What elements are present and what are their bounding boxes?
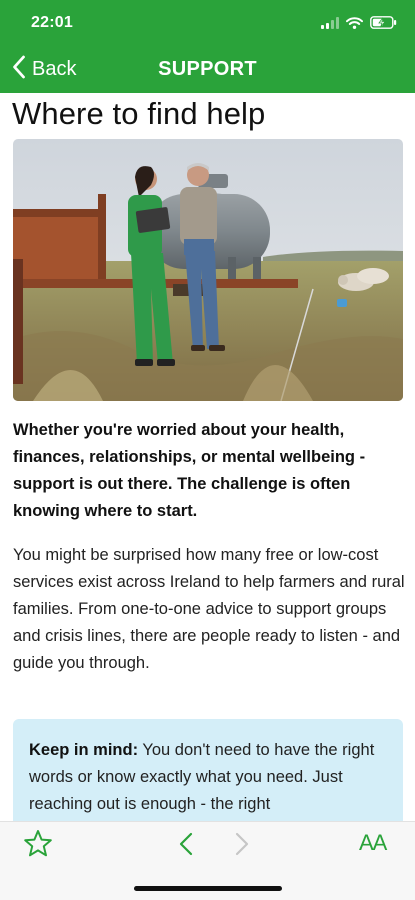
- callout-label: Keep in mind:: [29, 741, 139, 759]
- battery-icon: [370, 16, 397, 34]
- article-heading: Where to find help: [12, 96, 266, 131]
- home-indicator: [134, 886, 282, 891]
- text-size-label: AA: [359, 830, 387, 855]
- page-title: SUPPORT: [158, 58, 257, 80]
- chevron-right-icon: [232, 832, 252, 864]
- status-icons: [321, 16, 397, 34]
- favorite-button[interactable]: [22, 828, 54, 865]
- hero-image: [13, 139, 403, 401]
- text-size-icon: AA: [359, 830, 387, 856]
- chevron-left-icon: [176, 832, 196, 864]
- previous-page-button[interactable]: [176, 828, 196, 865]
- next-page-button[interactable]: [232, 828, 252, 865]
- article-content[interactable]: Where to find help Whether you're worrie…: [0, 93, 415, 821]
- app-header: 22:01 Back SUPPORT: [0, 0, 415, 93]
- nav-bar: Back SUPPORT: [0, 46, 415, 93]
- keep-in-mind-callout: Keep in mind: You don't need to have the…: [13, 719, 403, 821]
- signal-icon: [321, 16, 339, 34]
- text-size-button[interactable]: AA: [359, 830, 387, 856]
- article-body: You might be surprised how many free or …: [13, 546, 405, 672]
- article-lead: Whether you're worried about your health…: [13, 421, 366, 520]
- star-icon: [22, 830, 54, 864]
- wifi-icon: [346, 16, 363, 34]
- status-time: 22:01: [31, 14, 73, 31]
- status-bar: 22:01: [0, 0, 415, 46]
